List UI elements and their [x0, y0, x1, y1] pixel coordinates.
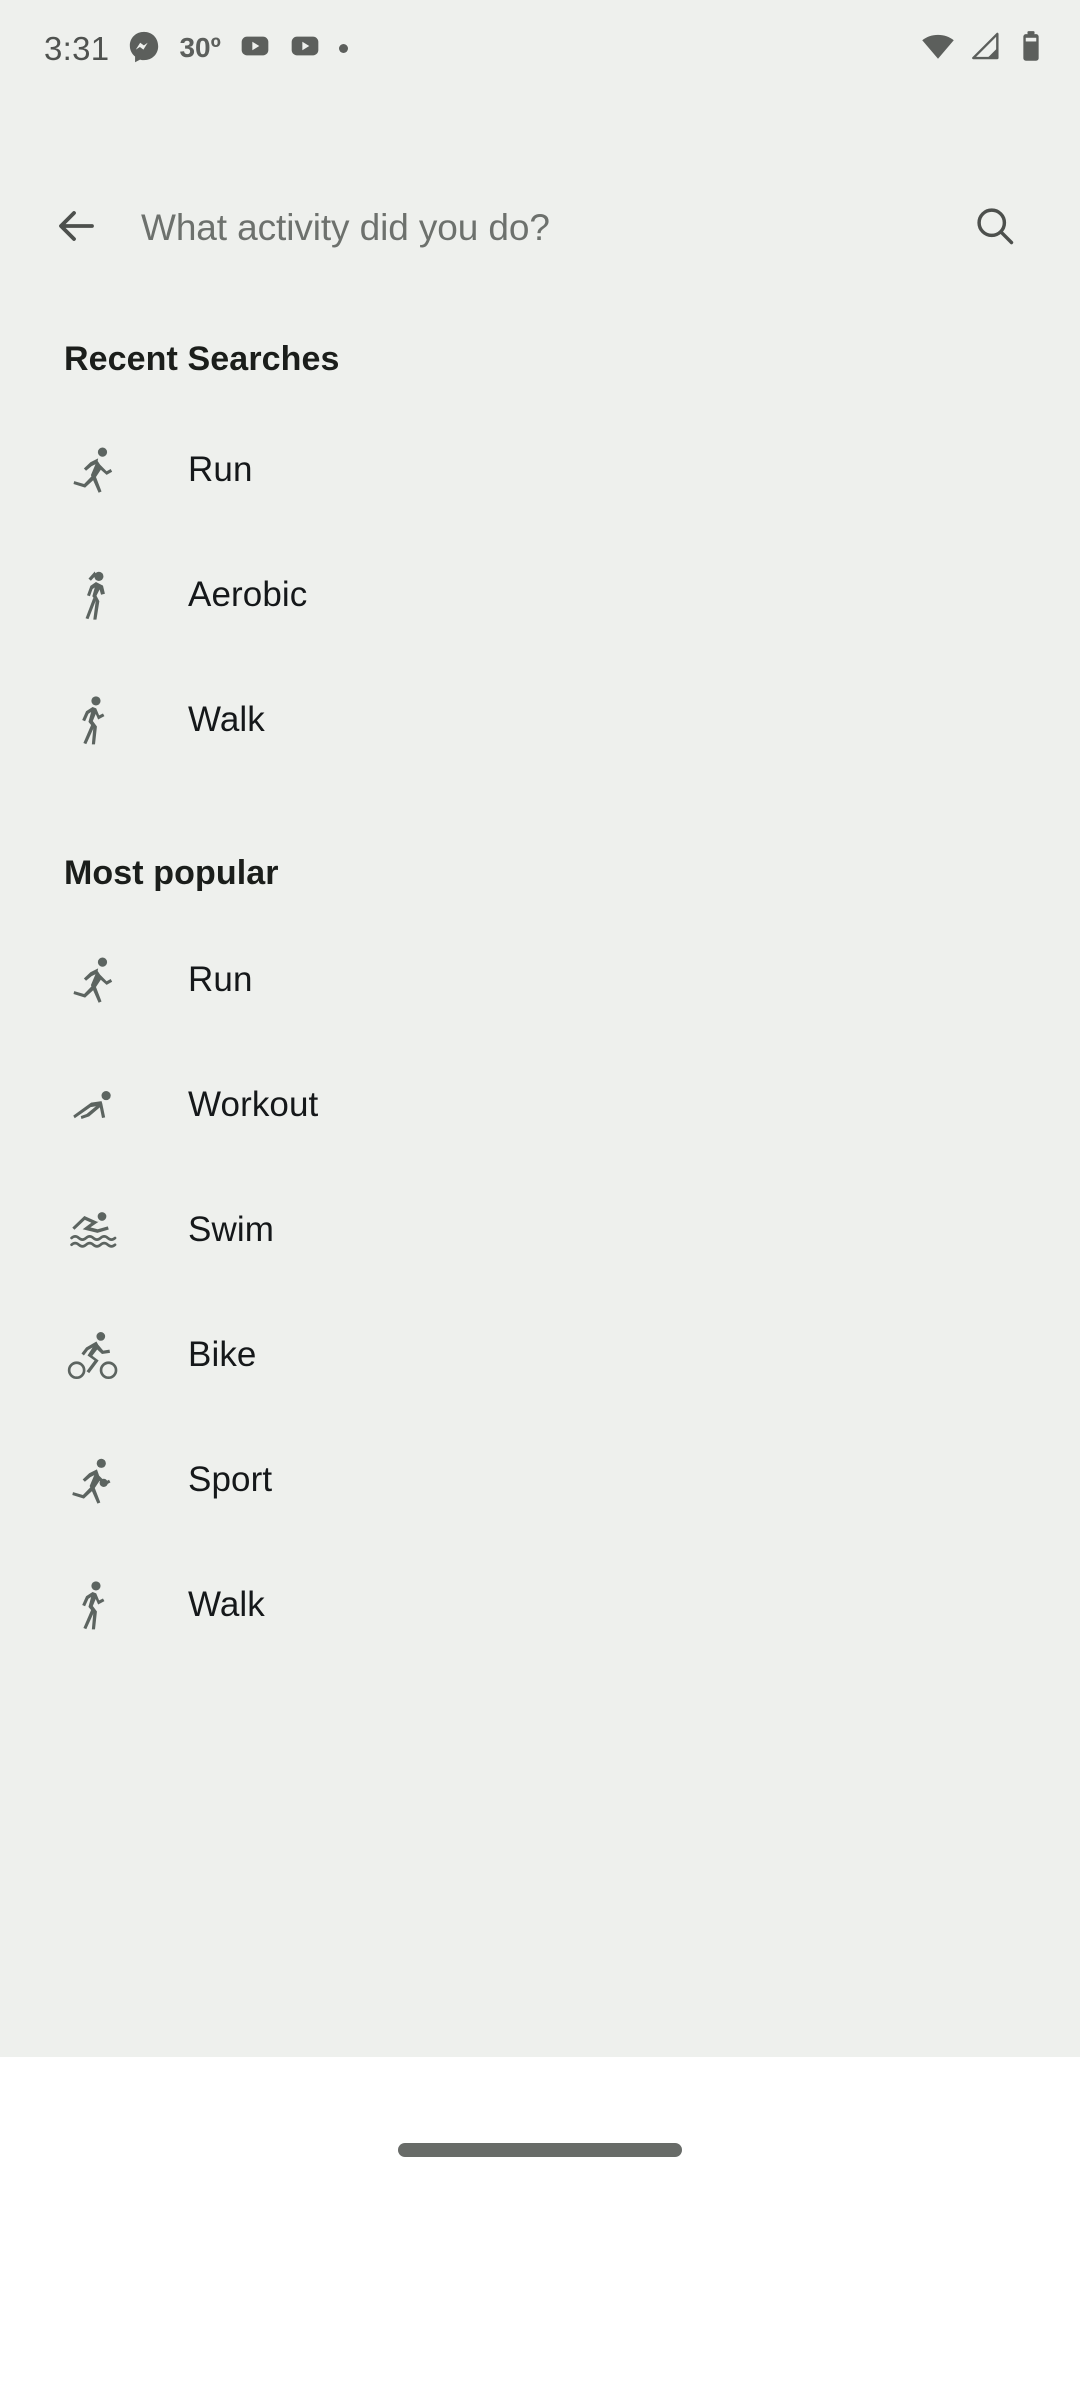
system-navigation-bar [0, 2057, 1080, 2400]
cellular-signal-icon [969, 29, 1003, 68]
list-item-label: Aerobic [188, 574, 308, 614]
list-item-workout[interactable]: Workout [0, 1042, 1080, 1167]
status-bar-left: 3:31 30º [44, 29, 348, 68]
list-item-label: Walk [188, 1584, 265, 1624]
list-item-label: Swim [188, 1209, 274, 1249]
wifi-icon [920, 28, 956, 69]
weather-temperature: 30º [179, 32, 221, 63]
list-item-label: Run [188, 959, 253, 999]
list-item-walk-popular[interactable]: Walk [0, 1542, 1080, 1667]
list-item-run-popular[interactable]: Run [0, 917, 1080, 1042]
list-item-label: Sport [188, 1459, 273, 1499]
workout-icon [64, 1074, 126, 1136]
search-toolbar [0, 170, 1080, 286]
youtube-icon-2 [289, 30, 321, 67]
list-item-aerobic-recent[interactable]: Aerobic [0, 532, 1080, 657]
search-field-wrapper[interactable] [114, 191, 958, 265]
swim-icon [64, 1199, 126, 1261]
list-item-swim[interactable]: Swim [0, 1167, 1080, 1292]
battery-icon [1016, 29, 1046, 68]
list-item-bike[interactable]: Bike [0, 1292, 1080, 1417]
search-icon [972, 203, 1018, 254]
search-submit-button[interactable] [958, 191, 1032, 265]
list-item-label: Walk [188, 699, 265, 739]
arrow-back-icon [53, 202, 101, 255]
status-bar-right [920, 28, 1046, 69]
sport-icon [64, 1449, 126, 1511]
youtube-icon [239, 30, 271, 67]
walk-icon [64, 689, 126, 751]
status-bar: 3:31 30º [0, 0, 1080, 96]
status-bar-clock: 3:31 [44, 29, 110, 67]
recent-searches-list: Run Aerobic Walk [0, 407, 1080, 782]
aerobic-icon [64, 564, 126, 626]
back-button[interactable] [40, 191, 114, 265]
walk-icon [64, 1574, 126, 1636]
run-icon [64, 439, 126, 501]
search-suggestions-content: Recent Searches Run Aerobic Walk Most po… [0, 286, 1080, 1667]
notification-dot-icon [338, 43, 348, 53]
home-gesture-pill[interactable] [398, 2143, 682, 2157]
list-item-sport[interactable]: Sport [0, 1417, 1080, 1542]
most-popular-list: Run Workout Swim Bike Sport Walk [0, 917, 1080, 1667]
run-icon [64, 949, 126, 1011]
list-item-label: Run [188, 449, 253, 489]
section-title-most-popular: Most popular [64, 854, 279, 892]
messenger-icon [127, 29, 161, 68]
list-item-label: Workout [188, 1084, 319, 1124]
phone-screen: 3:31 30º What activity did you do? Recen… [0, 0, 1080, 2400]
list-item-run-recent[interactable]: Run [0, 407, 1080, 532]
list-item-walk-recent[interactable]: Walk [0, 657, 1080, 782]
list-item-label: Bike [188, 1334, 257, 1374]
bike-icon [64, 1324, 126, 1386]
section-title-recent-searches: Recent Searches [64, 340, 340, 378]
search-input[interactable] [141, 207, 958, 249]
